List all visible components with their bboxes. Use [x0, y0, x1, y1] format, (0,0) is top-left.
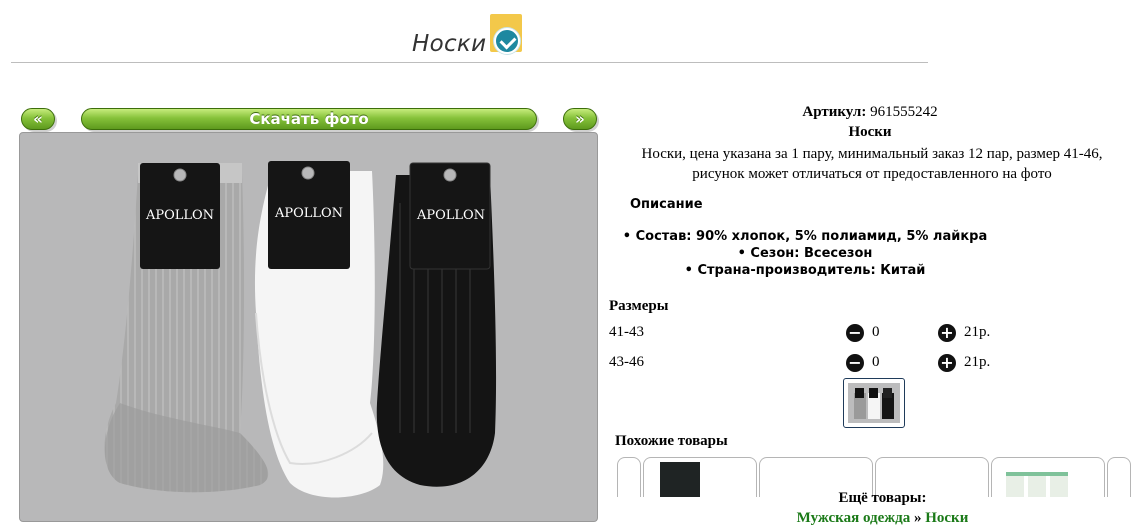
- price: 21р.: [964, 354, 991, 370]
- breadcrumb-separator: »: [910, 510, 926, 526]
- sizes-heading: Размеры: [609, 298, 669, 314]
- photo-thumbnail[interactable]: [843, 378, 905, 428]
- brand-label-1: APOLLON: [145, 208, 214, 223]
- feature-list: Состав: 90% хлопок, 5% полиамид, 5% лайк…: [610, 228, 1000, 279]
- minus-icon[interactable]: −: [846, 354, 864, 372]
- next-photo-button[interactable]: »: [563, 108, 597, 130]
- size-label: 43-46: [609, 354, 644, 370]
- price: 21р.: [964, 324, 991, 340]
- socks-illustration: APOLLON APOLLON APOLLON: [104, 161, 497, 498]
- more-products-heading: Ещё товары:: [838, 490, 927, 506]
- tag-black-sock: APOLLON: [409, 162, 491, 270]
- breadcrumb-link-mens-clothing[interactable]: Мужская одежда: [797, 510, 911, 526]
- title-divider: [11, 62, 928, 63]
- product-photo[interactable]: APOLLON APOLLON APOLLON: [19, 132, 598, 522]
- brand-label-3: APOLLON: [416, 208, 485, 223]
- tag-white-sock: APOLLON: [268, 161, 350, 269]
- feature-item: Сезон: Всесезон: [610, 245, 1000, 262]
- quantity-value: 0: [872, 324, 880, 340]
- article-value: 961555242: [870, 104, 938, 120]
- breadcrumb: Мужская одежда » Носки: [610, 510, 1135, 527]
- quantity-value: 0: [872, 354, 880, 370]
- size-row: 41-43 − 0 + 21р.: [609, 324, 1129, 346]
- breadcrumb-link-socks[interactable]: Носки: [925, 510, 968, 526]
- brand-label-2: APOLLON: [274, 206, 343, 221]
- feature-item: Состав: 90% хлопок, 5% полиамид, 5% лайк…: [610, 228, 1000, 245]
- minus-icon[interactable]: −: [846, 324, 864, 342]
- feature-item: Страна-производитель: Китай: [610, 262, 1000, 279]
- checkmark-icon: [494, 28, 520, 54]
- plus-icon[interactable]: +: [938, 354, 956, 372]
- download-photo-button[interactable]: Скачать фото: [81, 108, 537, 130]
- article-label: Артикул:: [802, 104, 867, 120]
- product-short-description: Носки, цена указана за 1 пару, минимальн…: [641, 146, 1103, 182]
- previous-photo-button[interactable]: «: [21, 108, 55, 130]
- page-title: Носки: [412, 31, 487, 57]
- size-label: 41-43: [609, 324, 644, 340]
- similar-products-heading: Похожие товары: [615, 433, 728, 449]
- plus-icon[interactable]: +: [938, 324, 956, 342]
- similar-product-image: [1006, 472, 1068, 476]
- description-heading: Описание: [630, 197, 703, 212]
- size-row: 43-46 − 0 + 21р.: [609, 354, 1129, 376]
- article-line: Артикул: 961555242: [610, 104, 1130, 121]
- thumbnail-image: [848, 383, 900, 423]
- product-name: Носки: [848, 124, 892, 140]
- tag-gray-sock: APOLLON: [140, 163, 220, 269]
